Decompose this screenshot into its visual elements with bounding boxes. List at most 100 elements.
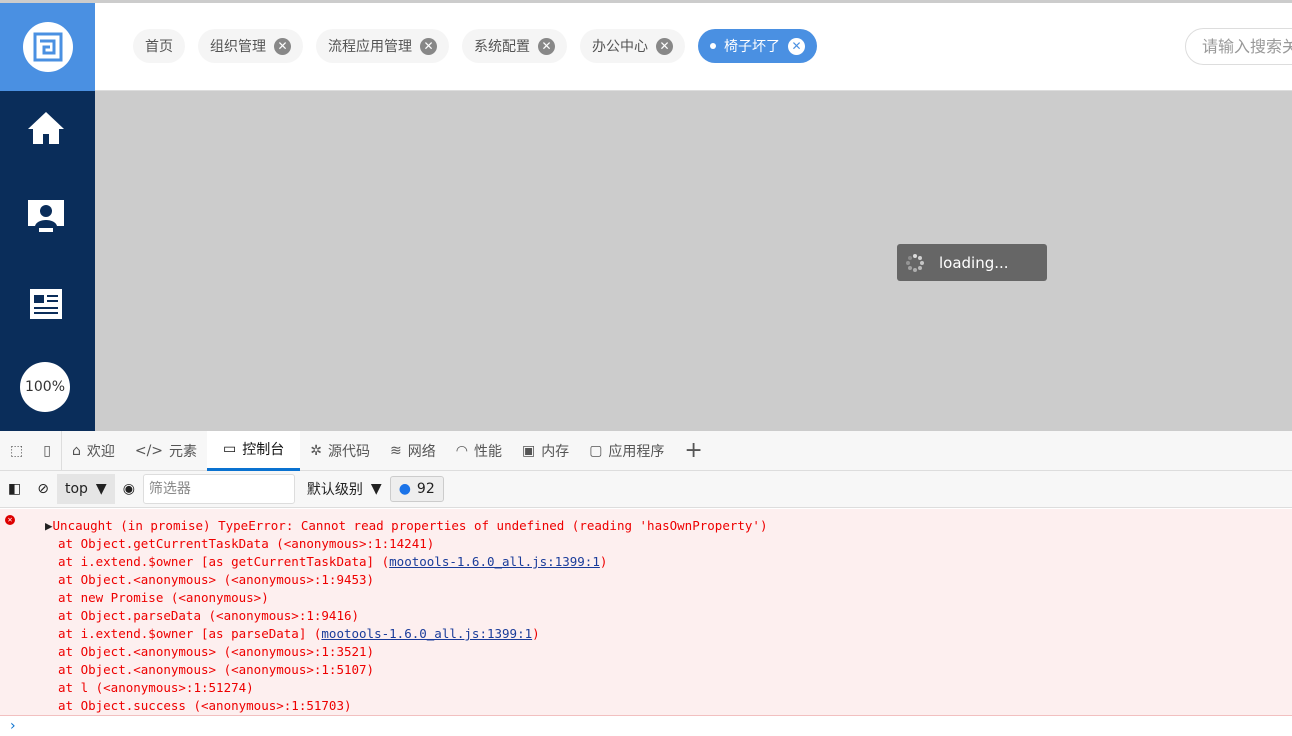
sidebar-toggle-icon[interactable]: ◧ bbox=[0, 474, 29, 504]
chip-icon: ▣ bbox=[521, 442, 536, 459]
console-error: ✕ ▶Uncaught (in promise) TypeError: Cann… bbox=[0, 509, 1292, 716]
news-icon[interactable] bbox=[26, 284, 66, 324]
inspect-icon[interactable]: ⬚ bbox=[0, 431, 33, 471]
message-icon: ● bbox=[398, 481, 411, 497]
tab-chair[interactable]: 椅子坏了 ✕ bbox=[698, 29, 817, 63]
spinner-icon bbox=[906, 253, 924, 272]
stack-line: at i.extend.$owner [as parseData] (mooto… bbox=[0, 625, 1292, 643]
bug-icon: ✲ bbox=[310, 442, 322, 459]
stack-line: at Object.<anonymous> (<anonymous>:1:945… bbox=[0, 571, 1292, 589]
context-select[interactable]: top ▼ bbox=[56, 474, 115, 504]
sidebar: 100% bbox=[0, 91, 95, 431]
stack-text: at i.extend.$owner [as getCurrentTaskDat… bbox=[58, 554, 390, 569]
stack-text: ) bbox=[532, 626, 540, 641]
add-tab-icon[interactable]: + bbox=[674, 431, 712, 471]
home-icon[interactable] bbox=[26, 108, 66, 148]
devtools-tab-console[interactable]: ▭ 控制台 bbox=[207, 430, 301, 471]
device-icon[interactable]: ▯ bbox=[33, 430, 62, 471]
source-link[interactable]: mootools-1.6.0_all.js:1399:1 bbox=[321, 626, 532, 641]
tab-label: 性能 bbox=[473, 443, 502, 460]
tab-label: 办公中心 bbox=[592, 39, 648, 55]
active-dot bbox=[710, 43, 716, 49]
expand-triangle-icon[interactable]: ▶ bbox=[45, 518, 53, 533]
tab-process[interactable]: 流程应用管理 ✕ bbox=[316, 29, 449, 63]
loading-text: loading... bbox=[939, 253, 1009, 272]
stack-text: at l (<anonymous>:1:51274) bbox=[58, 680, 254, 695]
stack-text: at Object.success (<anonymous>:1:51703) bbox=[58, 698, 352, 713]
tab-label: 元素 bbox=[169, 443, 198, 460]
devtools-tab-memory[interactable]: ▣ 内存 bbox=[512, 431, 579, 471]
tab-label: 应用程序 bbox=[608, 443, 665, 460]
close-icon[interactable]: ✕ bbox=[656, 37, 673, 55]
code-icon: </> bbox=[134, 442, 164, 459]
stack-text: at Object.getCurrentTaskData (<anonymous… bbox=[58, 536, 435, 551]
tab-config[interactable]: 系统配置 ✕ bbox=[462, 29, 567, 63]
app-logo[interactable] bbox=[0, 3, 95, 91]
tab-label: 源代码 bbox=[328, 443, 370, 460]
devtools-tab-elements[interactable]: </> 元素 bbox=[125, 431, 207, 471]
devtools-tab-sources[interactable]: ✲ 源代码 bbox=[300, 431, 380, 471]
stack-text: ) bbox=[599, 554, 608, 569]
stack-line: at Object.success (<anonymous>:1:51703) bbox=[0, 697, 1292, 715]
tab-office[interactable]: 办公中心 ✕ bbox=[580, 29, 685, 63]
search-input[interactable]: 请输入搜索关键字 bbox=[1185, 28, 1292, 65]
caret-down-icon: ▼ bbox=[95, 481, 107, 497]
tab-label: 控制台 bbox=[242, 442, 285, 458]
stack-line: at Object.parseData (<anonymous>:1:9416) bbox=[0, 607, 1292, 625]
error-icon: ✕ bbox=[5, 515, 15, 525]
error-text: Uncaught (in promise) TypeError: Cannot … bbox=[52, 518, 768, 533]
filter-input[interactable]: 筛选器 bbox=[142, 474, 295, 504]
close-icon[interactable]: ✕ bbox=[538, 37, 555, 55]
context-value: top bbox=[64, 481, 88, 497]
devtools-tab-application[interactable]: ▢ 应用程序 bbox=[579, 431, 674, 471]
tab-label: 系统配置 bbox=[474, 39, 530, 55]
window-icon: ▢ bbox=[589, 442, 603, 459]
eye-icon[interactable]: ◉ bbox=[115, 474, 143, 504]
caret-down-icon: ▼ bbox=[370, 481, 382, 497]
stack-line: at new Promise (<anonymous>) bbox=[0, 589, 1292, 607]
loading-indicator: loading... bbox=[897, 244, 1047, 281]
stack-line: at Object.getCurrentTaskData (<anonymous… bbox=[0, 535, 1292, 553]
tab-label: 首页 bbox=[145, 39, 173, 55]
tab-label: 椅子坏了 bbox=[724, 39, 780, 55]
devtools-tab-network[interactable]: ≋ 网络 bbox=[380, 431, 446, 471]
gauge-icon: ◠ bbox=[455, 442, 468, 459]
stack-text: at new Promise (<anonymous>) bbox=[58, 590, 269, 605]
devtools-tab-performance[interactable]: ◠ 性能 bbox=[446, 431, 512, 471]
clear-console-icon[interactable]: ⊘ bbox=[29, 474, 57, 504]
stack-line: at l (<anonymous>:1:51274) bbox=[0, 679, 1292, 697]
tab-label: 组织管理 bbox=[210, 39, 266, 55]
tab-org[interactable]: 组织管理 ✕ bbox=[198, 29, 303, 63]
zoom-level[interactable]: 100% bbox=[20, 362, 70, 412]
stack-text: at Object.<anonymous> (<anonymous>:1:510… bbox=[58, 662, 375, 677]
wifi-icon: ≋ bbox=[390, 442, 402, 459]
stack-text: at Object.<anonymous> (<anonymous>:1:945… bbox=[58, 572, 375, 587]
error-message[interactable]: ▶Uncaught (in promise) TypeError: Cannot… bbox=[0, 517, 1292, 535]
level-value: 默认级别 bbox=[306, 482, 363, 498]
tab-label: 网络 bbox=[407, 443, 436, 460]
console-toolbar: ◧ ⊘ top ▼ ◉ 筛选器 默认级别 ▼ ● 92 bbox=[0, 471, 1292, 508]
stack-line: at Object.<anonymous> (<anonymous>:1:352… bbox=[0, 643, 1292, 661]
console-prompt[interactable]: › bbox=[10, 718, 16, 734]
close-icon[interactable]: ✕ bbox=[788, 37, 805, 55]
console-icon: ▭ bbox=[223, 441, 237, 457]
issues-count: 92 bbox=[416, 481, 435, 497]
close-icon[interactable]: ✕ bbox=[420, 37, 437, 55]
tab-label: 欢迎 bbox=[86, 443, 115, 460]
tab-label: 流程应用管理 bbox=[328, 39, 412, 55]
devtools-tabbar: ⬚ ▯ ⌂ 欢迎 </> 元素 ▭ 控制台 ✲ 源代码 ≋ 网络 ◠ 性能 ▣ 内存 ▢ 应用程… bbox=[0, 430, 1292, 471]
stack-line: at i.extend.$owner [as getCurrentTaskDat… bbox=[0, 553, 1292, 571]
home-outline-icon: ⌂ bbox=[71, 442, 81, 459]
stack-text: at Object.parseData (<anonymous>:1:9416) bbox=[58, 608, 360, 623]
level-select[interactable]: 默认级别 ▼ bbox=[299, 474, 390, 504]
stack-text: at i.extend.$owner [as parseData] ( bbox=[58, 626, 322, 641]
user-monitor-icon[interactable] bbox=[26, 196, 66, 236]
stack-line: at Object.<anonymous> (<anonymous>:1:510… bbox=[0, 661, 1292, 679]
tab-label: 内存 bbox=[541, 443, 570, 460]
issues-badge[interactable]: ● 92 bbox=[389, 476, 444, 502]
source-link[interactable]: mootools-1.6.0_all.js:1399:1 bbox=[389, 554, 600, 569]
devtools-tab-welcome[interactable]: ⌂ 欢迎 bbox=[62, 431, 125, 471]
tab-home[interactable]: 首页 bbox=[133, 29, 185, 63]
close-icon[interactable]: ✕ bbox=[274, 37, 291, 55]
tab-bar: 首页 组织管理 ✕ 流程应用管理 ✕ 系统配置 ✕ 办公中心 ✕ 椅子坏了 ✕ 请输入搜索… bbox=[95, 3, 1292, 91]
